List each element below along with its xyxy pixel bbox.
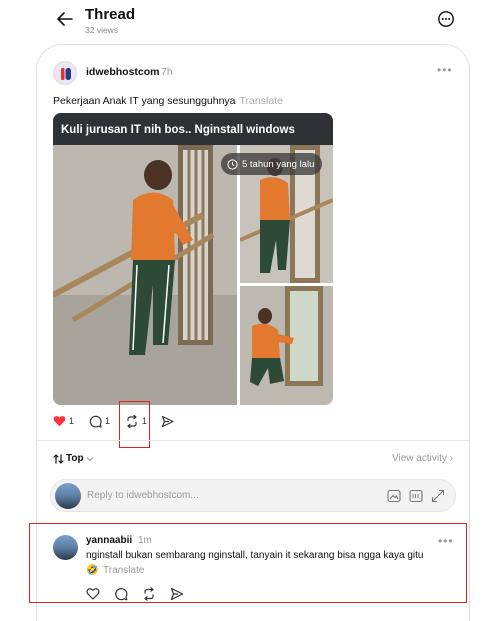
photo-scene [53, 145, 237, 405]
heart-filled-icon [53, 416, 66, 427]
post-more-button[interactable]: ••• [437, 63, 453, 77]
arrow-left-icon [57, 12, 73, 26]
more-circle-icon [438, 11, 454, 27]
page-title: Thread [85, 6, 136, 23]
share-button[interactable] [161, 412, 174, 430]
top-bar: Thread 32 views [0, 0, 500, 42]
avatar [55, 483, 81, 509]
heart-outline-icon[interactable] [86, 587, 100, 601]
image-icon[interactable] [387, 489, 401, 503]
comment-text: nginstall bukan sembarang nginstall, tan… [86, 550, 424, 561]
gif-icon[interactable] [409, 489, 423, 503]
reply-box[interactable]: Reply to idwebhostcom... [50, 479, 456, 512]
reply-input[interactable]: Reply to idwebhostcom... [87, 490, 199, 501]
photo-panel-main [53, 145, 237, 405]
comment-count: 1 [105, 416, 111, 426]
like-count: 1 [69, 416, 75, 426]
view-activity-link[interactable]: View activity › [392, 453, 453, 464]
photo-panel-bottom-right [240, 286, 333, 405]
post-media[interactable]: Kuli jurusan IT nih bos.. Nginstall wind… [53, 113, 333, 405]
send-icon [161, 415, 174, 427]
chevron-right-icon: › [449, 453, 453, 464]
comment-time: 1m [138, 535, 152, 546]
comment-icon[interactable] [114, 587, 128, 601]
photo-scene-3 [240, 286, 333, 405]
media-separator [240, 283, 333, 286]
time-chip-label: 5 tahun yang lalu [242, 158, 315, 170]
post-actions: 1 1 1 [53, 412, 253, 430]
chevron-down-icon [86, 456, 93, 461]
comment-button[interactable]: 1 [89, 412, 110, 430]
more-options-button[interactable] [437, 10, 455, 28]
post-time: 7h [161, 66, 173, 78]
sort-label: Top [66, 453, 84, 464]
divider [37, 440, 469, 441]
expand-icon[interactable] [431, 489, 445, 503]
send-icon[interactable] [170, 587, 184, 601]
view-activity-label: View activity [392, 453, 447, 464]
media-separator [237, 145, 240, 405]
avatar[interactable] [53, 61, 77, 85]
time-chip: 5 tahun yang lalu [221, 153, 323, 175]
post-body: Pekerjaan Anak IT yang sesungguhnya [53, 95, 236, 107]
comment-actions [86, 587, 196, 601]
clock-icon [227, 158, 238, 170]
comment-emoji: 🤣 [86, 565, 99, 576]
comment-more-button[interactable]: ••• [438, 534, 454, 548]
post-text: Pekerjaan Anak IT yang sesungguhnya Trans… [53, 95, 283, 107]
comment-username[interactable]: yannaabii [86, 535, 132, 546]
sort-button[interactable]: Top [53, 453, 94, 464]
back-button[interactable] [54, 9, 76, 29]
comment-icon [89, 415, 102, 428]
media-caption: Kuli jurusan IT nih bos.. Nginstall wind… [53, 113, 333, 145]
comment-translate-link[interactable]: Translate [103, 565, 144, 576]
repost-icon[interactable] [142, 587, 156, 601]
post-header: idwebhostcom 7h ••• [53, 61, 453, 85]
translate-link[interactable]: Translate [240, 95, 283, 107]
brand-logo-icon [61, 68, 71, 80]
sort-bar: Top View activity › [53, 453, 453, 467]
reply-icons [387, 489, 445, 503]
comment-avatar[interactable] [53, 535, 78, 560]
post-username[interactable]: idwebhostcom [86, 66, 160, 78]
like-button[interactable]: 1 [53, 412, 74, 430]
view-count: 32 views [85, 25, 119, 35]
sort-arrows-icon [53, 453, 64, 464]
